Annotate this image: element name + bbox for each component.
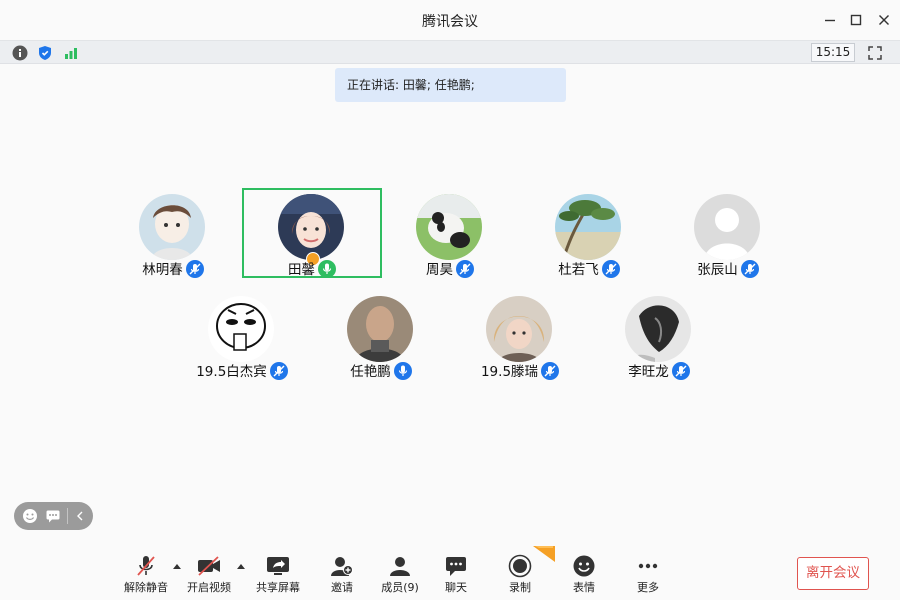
participant-tile[interactable]: 任艳鹏 xyxy=(311,290,451,380)
microphone-icon xyxy=(185,260,204,278)
participant-tile[interactable]: 19.5滕瑞 xyxy=(450,290,590,380)
info-bar: 15:15 xyxy=(0,40,900,64)
avatar xyxy=(208,296,274,362)
divider xyxy=(67,508,68,524)
info-icon[interactable] xyxy=(11,44,29,62)
members-icon xyxy=(386,554,414,578)
participant-tile[interactable]: 张辰山 xyxy=(658,188,798,278)
record-icon xyxy=(506,554,534,578)
microphone-icon xyxy=(740,260,759,278)
new-feature-badge-icon xyxy=(533,546,555,562)
participant-name-row: 19.5滕瑞 xyxy=(450,360,590,380)
microphone-active-icon xyxy=(318,260,336,278)
chat-bubble-icon[interactable] xyxy=(44,507,62,525)
invite-button[interactable]: 邀请 xyxy=(314,554,370,596)
quick-reaction-bar xyxy=(14,502,93,530)
microphone-icon xyxy=(541,362,560,380)
title-bar: 腾讯会议 xyxy=(0,0,900,40)
members-button[interactable]: 成员(9) xyxy=(372,554,428,596)
share-screen-button[interactable]: 共享屏幕 xyxy=(250,554,306,596)
chat-icon xyxy=(442,554,470,578)
participant-tile[interactable]: 杜若飞 xyxy=(519,188,659,278)
maximize-icon[interactable] xyxy=(844,8,868,32)
share-screen-icon xyxy=(264,554,292,578)
reactions-button[interactable]: 表情 xyxy=(556,554,612,596)
participant-tile-active-speaker[interactable]: 田馨 xyxy=(242,188,382,278)
minimize-icon[interactable] xyxy=(818,8,842,32)
avatar xyxy=(625,296,691,362)
speaking-banner: 正在讲话: 田馨; 任艳鹏; xyxy=(335,68,566,102)
participant-name: 周昊 xyxy=(426,262,453,278)
participant-name-row: 杜若飞 xyxy=(519,258,659,278)
shield-icon[interactable] xyxy=(36,44,54,62)
participant-name: 张辰山 xyxy=(697,262,738,278)
participant-name-row: 任艳鹏 xyxy=(311,360,451,380)
fullscreen-icon[interactable] xyxy=(866,44,884,62)
participant-name: 林明春 xyxy=(142,262,183,278)
default-avatar-icon xyxy=(694,194,760,260)
participant-name: 任艳鹏 xyxy=(350,364,391,380)
participant-name-row: 19.5白杰宾 xyxy=(172,360,312,380)
avatar xyxy=(139,194,205,260)
leave-meeting-button[interactable]: 离开会议 xyxy=(797,557,869,590)
participant-tile[interactable]: 李旺龙 xyxy=(589,290,729,380)
add-user-icon xyxy=(328,554,356,578)
collapse-arrow-icon[interactable] xyxy=(71,507,89,525)
participant-name-row: 张辰山 xyxy=(658,258,798,278)
participant-name: 19.5白杰宾 xyxy=(196,364,267,380)
avatar xyxy=(347,296,413,362)
more-button[interactable]: 更多 xyxy=(620,554,676,596)
emoji-icon xyxy=(570,554,598,578)
avatar xyxy=(486,296,552,362)
start-video-label: 开启视频 xyxy=(187,581,231,594)
participant-name-row: 林明春 xyxy=(103,258,243,278)
participant-tile[interactable]: 周昊 xyxy=(380,188,520,278)
video-off-icon xyxy=(195,554,223,578)
video-options-caret-icon[interactable] xyxy=(236,561,246,571)
bottom-toolbar: 解除静音 开启视频 共享屏幕 邀请 成员(9) 聊天 录制 表情 更多 xyxy=(0,540,900,600)
meeting-time: 15:15 xyxy=(811,43,855,62)
signal-icon[interactable] xyxy=(62,44,80,62)
participant-name: 李旺龙 xyxy=(628,364,669,380)
share-screen-label: 共享屏幕 xyxy=(256,581,300,594)
more-label: 更多 xyxy=(637,581,659,594)
chat-label: 聊天 xyxy=(445,581,467,594)
avatar xyxy=(555,194,621,260)
participant-name-row: 李旺龙 xyxy=(589,360,729,380)
microphone-active-icon xyxy=(393,362,412,380)
participant-name: 田馨 xyxy=(288,262,315,278)
record-label: 录制 xyxy=(509,581,531,594)
window-title: 腾讯会议 xyxy=(422,14,478,30)
participant-tile[interactable]: 林明春 xyxy=(103,188,243,278)
microphone-icon xyxy=(456,260,474,278)
close-icon[interactable] xyxy=(872,8,896,32)
more-dots-icon xyxy=(634,554,662,578)
participant-name-row: 周昊 xyxy=(380,258,520,278)
unmute-label: 解除静音 xyxy=(124,581,168,594)
start-video-button[interactable]: 开启视频 xyxy=(181,554,237,596)
participant-tile[interactable]: 19.5白杰宾 xyxy=(172,290,312,380)
avatar xyxy=(278,194,344,260)
avatar xyxy=(416,194,482,260)
reactions-label: 表情 xyxy=(573,581,595,594)
emoji-icon[interactable] xyxy=(21,507,39,525)
participant-name-row: 田馨 xyxy=(244,258,380,278)
microphone-icon xyxy=(671,362,690,380)
microphone-muted-icon xyxy=(132,554,160,578)
microphone-icon xyxy=(601,260,620,278)
unmute-button[interactable]: 解除静音 xyxy=(118,554,174,596)
microphone-icon xyxy=(269,362,288,380)
participant-name: 杜若飞 xyxy=(558,262,599,278)
chat-button[interactable]: 聊天 xyxy=(428,554,484,596)
participant-name: 19.5滕瑞 xyxy=(480,364,539,380)
